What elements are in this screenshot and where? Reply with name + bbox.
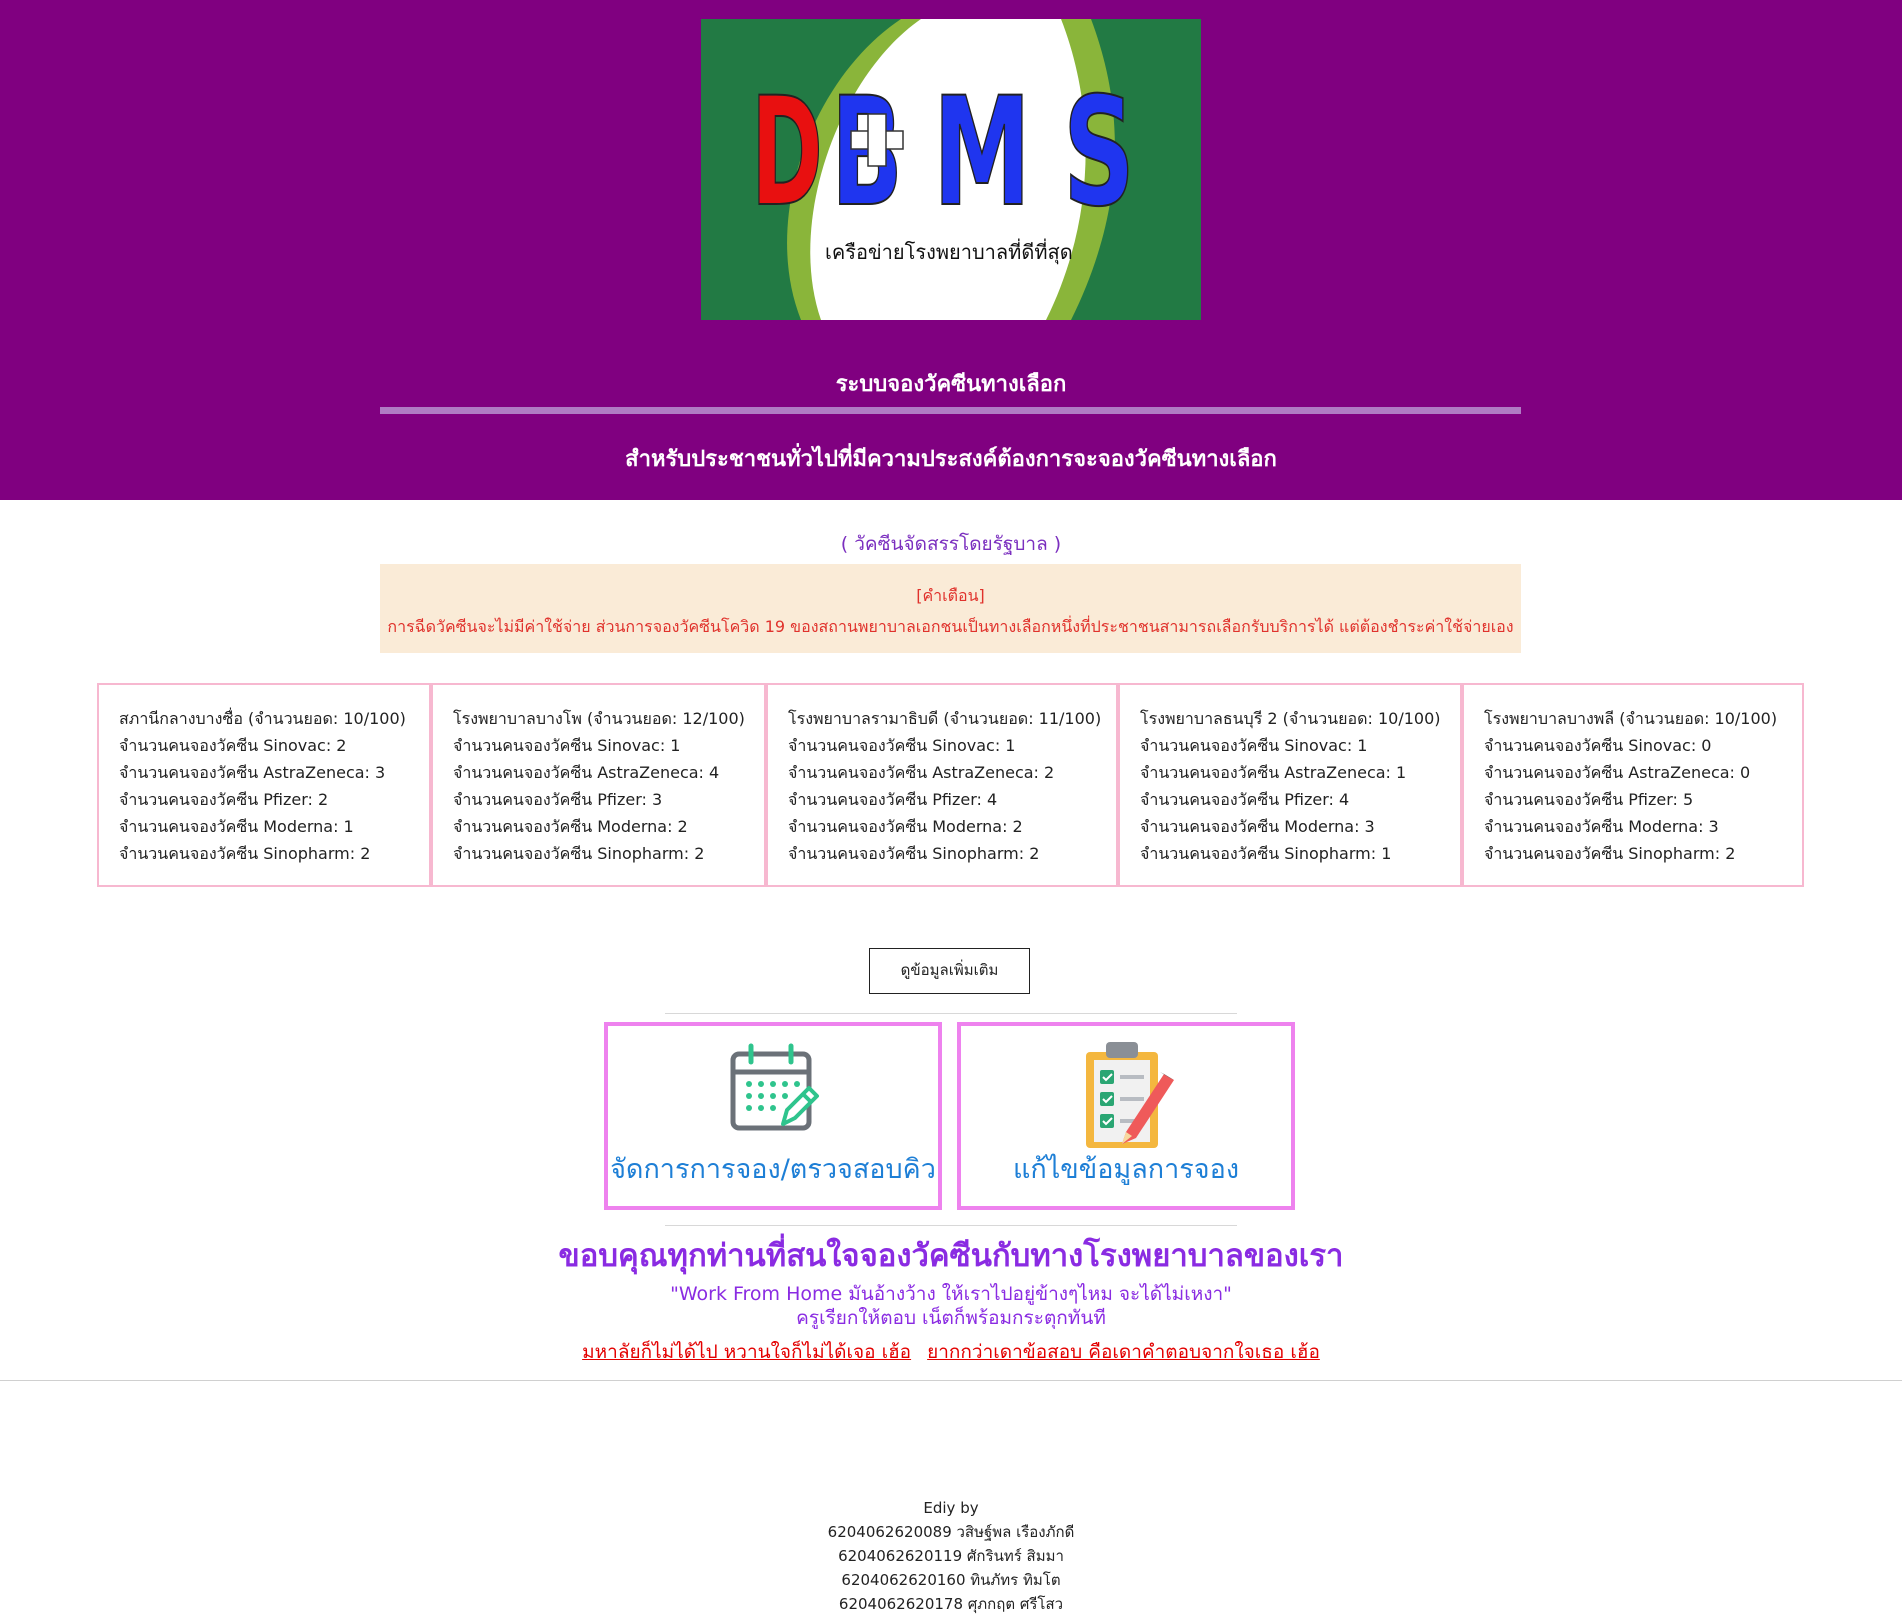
hospital-card-header: โรงพยาบาลบางโพ (จำนวนยอด: 12/100) [453,709,745,728]
vaccine-count: จำนวนคนจองวัคซีน Pfizer: 2 [119,790,329,809]
vaccine-count: จำนวนคนจองวัคซีน Sinovac: 1 [1140,736,1368,755]
logo-letter-b: B [831,66,903,240]
logo-letter-s: S [1063,66,1135,240]
credit-member: 6204062620089 วสิษฐ์พล เรืองภักดี [827,1523,1075,1541]
warning-text: การฉีดวัคซีนจะไม่มีค่าใช้จ่าย ส่วนการจอง… [387,617,1514,636]
site-subtitle: สำหรับประชาชนทั่วไปที่มีความประสงค์ต้องก… [625,447,1277,472]
vaccine-count: จำนวนคนจองวัคซีน Sinopharm: 1 [1140,844,1392,863]
calendar-edit-icon [730,1043,819,1131]
vaccine-count: จำนวนคนจองวัคซีน Moderna: 2 [453,817,688,836]
government-allocation-note: ( วัคซีนจัดสรรโดยรัฐบาล ) [840,533,1062,555]
manage-booking-card[interactable]: จัดการการจอง/ตรวจสอบคิว [604,1022,942,1210]
credit-member: 6204062620160 ทินภัทร ทิมโต [841,1571,1061,1589]
vaccine-count: จำนวนคนจองวัคซีน Sinopharm: 2 [788,844,1040,863]
more-info-button[interactable]: ดูข้อมูลเพิ่มเติม [869,948,1030,994]
hospital-card-header: โรงพยาบาลรามาธิบดี (จำนวนยอด: 11/100) [788,709,1102,728]
vaccine-count: จำนวนคนจองวัคซีน Sinovac: 1 [453,736,681,755]
vaccine-count: จำนวนคนจองวัคซีน Pfizer: 3 [453,790,663,809]
warning-title: [คำเตือน] [916,586,985,605]
divider [665,1225,1237,1226]
clipboard-checklist-pencil-icon [1086,1042,1174,1148]
vaccine-count: จำนวนคนจองวัคซีน Sinovac: 0 [1484,736,1712,755]
vaccine-count: จำนวนคนจองวัคซีน Moderna: 3 [1140,817,1375,836]
divider [665,1013,1237,1014]
logo-tagline: เครือข่ายโรงพยาบาลที่ดีที่สุด [825,238,1073,265]
vaccine-count: จำนวนคนจองวัคซีน Sinopharm: 2 [1484,844,1736,863]
credits: Ediy by 6204062620089 วสิษฐ์พล เรืองภักด… [0,1496,1902,1616]
footer-link[interactable]: มหาลัยก็ไม่ได้ไป หวานใจก็ไม่ได้เจอ เฮ้อ [582,1341,911,1363]
edit-booking-label: แก้ไขข้อมูลการจอง [1012,1154,1240,1185]
footer-link[interactable]: ยากกว่าเดาข้อสอบ คือเดาคำตอบจากใจเธอ เฮ้… [927,1341,1320,1363]
vaccine-count: จำนวนคนจองวัคซีน Moderna: 1 [119,817,354,836]
hospital-card: โรงพยาบาลบางพลี (จำนวนยอด: 10/100) จำนวน… [1462,683,1804,887]
vaccine-count: จำนวนคนจองวัคซีน Sinovac: 1 [788,736,1016,755]
vaccine-count: จำนวนคนจองวัคซีน AstraZeneca: 3 [119,763,386,782]
hospital-card: โรงพยาบาลบางโพ (จำนวนยอด: 12/100) จำนวนค… [431,683,766,887]
quote-line: ครูเรียกให้ตอบ เน็ตก็พร้อมกระตุกทันที [796,1307,1106,1329]
vaccine-count: จำนวนคนจองวัคซีน Sinopharm: 2 [453,844,705,863]
logo-letter-m: M [933,66,1031,240]
vaccine-count: จำนวนคนจองวัคซีน Moderna: 2 [788,817,1023,836]
vaccine-count: จำนวนคนจองวัคซีน Pfizer: 4 [1140,790,1350,809]
vaccine-count: จำนวนคนจองวัคซีน AstraZeneca: 1 [1140,763,1407,782]
credit-member: 6204062620178 ศุภกฤต ศรีโสว [838,1595,1064,1613]
footer-links: มหาลัยก็ไม่ได้ไป หวานใจก็ไม่ได้เจอ เฮ้อ … [0,1337,1902,1367]
hospital-card: โรงพยาบาลรามาธิบดี (จำนวนยอด: 11/100) จำ… [766,683,1118,887]
vaccine-count: จำนวนคนจองวัคซีน AstraZeneca: 2 [788,763,1055,782]
header-divider [380,407,1521,414]
vaccine-count: จำนวนคนจองวัคซีน Sinopharm: 2 [119,844,371,863]
credit-member: 6204062620119 ศักรินทร์ สิมมา [838,1547,1064,1565]
vaccine-count: จำนวนคนจองวัคซีน AstraZeneca: 0 [1484,763,1751,782]
vaccine-count: จำนวนคนจองวัคซีน Pfizer: 4 [788,790,998,809]
hospital-card: สภานีกลางบางซื่อ (จำนวนยอด: 10/100) จำนว… [97,683,431,887]
vaccine-count: จำนวนคนจองวัคซีน AstraZeneca: 4 [453,763,720,782]
vaccine-count: จำนวนคนจองวัคซีน Pfizer: 5 [1484,790,1694,809]
hospital-card-header: โรงพยาบาลธนบุรี 2 (จำนวนยอด: 10/100) [1140,709,1441,728]
dbms-logo: D B M S เครือข่ายโรงพยาบาลที่ดีที่สุด [701,19,1201,320]
thanks-heading: ขอบคุณทุกท่านที่สนใจจองวัคซีนกับทางโรงพย… [558,1238,1344,1274]
manage-booking-label: จัดการการจอง/ตรวจสอบคิว [610,1154,936,1185]
footer-divider [0,1380,1902,1381]
hospital-card-header: โรงพยาบาลบางพลี (จำนวนยอด: 10/100) [1484,709,1778,728]
edit-booking-card[interactable]: แก้ไขข้อมูลการจอง [957,1022,1295,1210]
vaccine-count: จำนวนคนจองวัคซีน Sinovac: 2 [119,736,347,755]
hospital-card: โรงพยาบาลธนบุรี 2 (จำนวนยอด: 10/100) จำน… [1118,683,1462,887]
logo-letter-d: D [751,66,823,240]
credits-title: Ediy by [923,1499,979,1517]
site-title: ระบบจองวัคซีนทางเลือก [835,372,1067,397]
warning-box: [คำเตือน] การฉีดวัคซีนจะไม่มีค่าใช้จ่าย … [380,564,1521,653]
vaccine-count: จำนวนคนจองวัคซีน Moderna: 3 [1484,817,1719,836]
hospital-card-header: สภานีกลางบางซื่อ (จำนวนยอด: 10/100) [119,709,406,728]
